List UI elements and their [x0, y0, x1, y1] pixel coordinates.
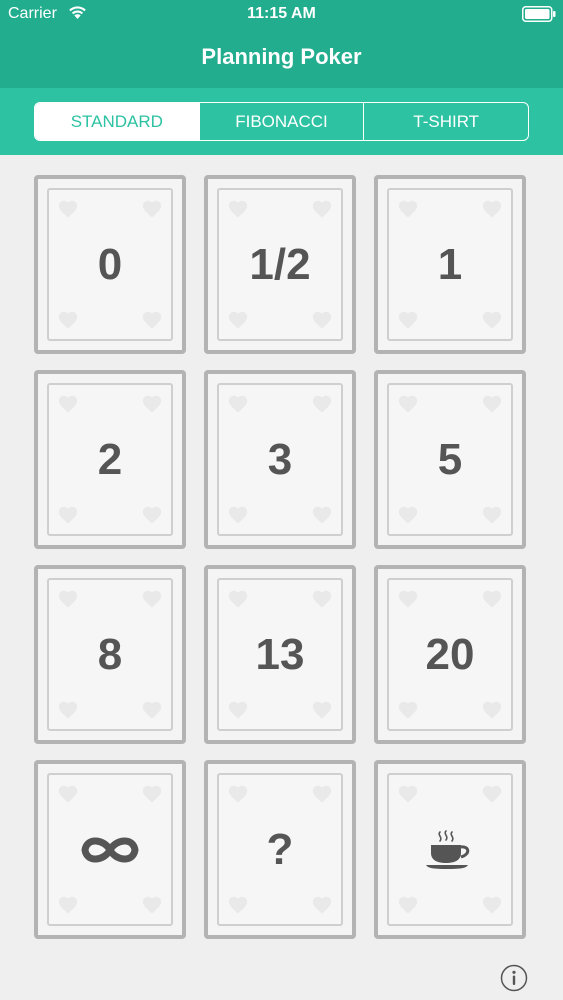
poker-card[interactable]	[34, 760, 186, 939]
status-bar: Carrier 11:15 AM	[0, 0, 563, 28]
deck-toolbar: STANDARD FIBONACCI T-SHIRT	[0, 88, 563, 155]
poker-card[interactable]: ?	[204, 760, 356, 939]
deck-segmented-control: STANDARD FIBONACCI T-SHIRT	[34, 102, 529, 141]
card-value: 1/2	[249, 239, 311, 289]
poker-card[interactable]: 5	[374, 370, 526, 549]
card-value: 5	[437, 434, 463, 484]
coffee-cup-icon	[426, 829, 470, 869]
poker-card[interactable]: 0	[34, 175, 186, 354]
card-symbol	[378, 764, 522, 935]
tab-t-shirt[interactable]: T-SHIRT	[363, 103, 528, 140]
card-value: 0	[97, 239, 123, 289]
card-value: 13	[255, 629, 305, 679]
card-value: ?	[266, 824, 294, 874]
card-value: 1	[437, 239, 463, 289]
page-title: Planning Poker	[201, 44, 362, 69]
poker-card[interactable]	[374, 760, 526, 939]
app-screen: Carrier 11:15 AM Planning Poker STANDARD…	[0, 0, 563, 1000]
card-value: 3	[267, 434, 293, 484]
poker-card[interactable]: 3	[204, 370, 356, 549]
tab-fibonacci[interactable]: FIBONACCI	[198, 103, 364, 140]
poker-card[interactable]: 13	[204, 565, 356, 744]
tab-standard[interactable]: STANDARD	[35, 103, 199, 140]
navigation-bar: Planning Poker	[0, 28, 563, 88]
poker-card[interactable]: 1/2	[204, 175, 356, 354]
card-grid: 0 1/2 1 2 3 5 8 13 20?	[0, 155, 563, 955]
card-value: 2	[97, 434, 123, 484]
infinity-icon	[81, 837, 139, 862]
info-icon[interactable]	[500, 964, 528, 992]
card-symbol	[38, 764, 182, 935]
card-value: 8	[97, 629, 123, 679]
battery-icon	[522, 6, 556, 22]
status-time: 11:15 AM	[247, 5, 316, 22]
poker-card[interactable]: 1	[374, 175, 526, 354]
poker-card[interactable]: 8	[34, 565, 186, 744]
poker-card[interactable]: 20	[374, 565, 526, 744]
card-value: 20	[425, 629, 475, 679]
poker-card[interactable]: 2	[34, 370, 186, 549]
